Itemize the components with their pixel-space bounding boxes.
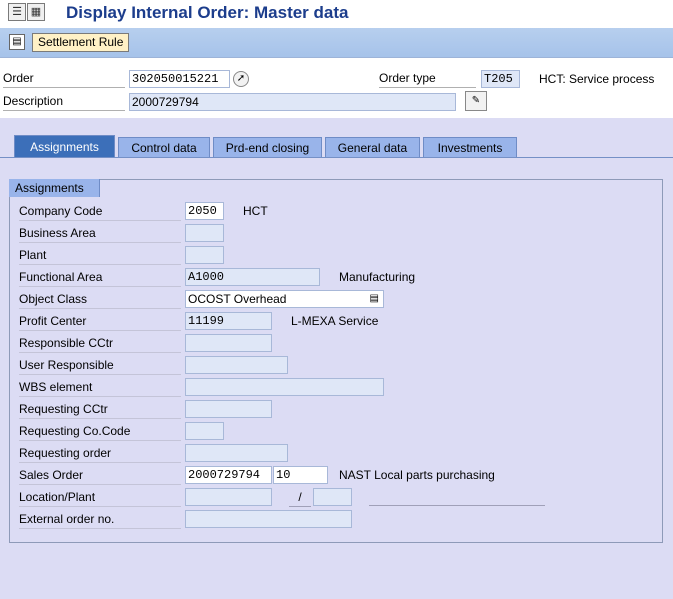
settlement-rule-button[interactable]: Settlement Rule <box>32 33 130 52</box>
object-class-label: Object Class <box>19 290 181 309</box>
order-type-text: HCT: Service process <box>539 72 655 86</box>
sales-order-label: Sales Order <box>19 466 181 485</box>
order-info-icon[interactable]: ➚ <box>233 71 249 87</box>
layout-icon[interactable]: ▦ <box>27 3 45 21</box>
responsible-cctr-label: Responsible CCtr <box>19 334 181 353</box>
company-code-label: Company Code <box>19 202 181 221</box>
application-toolbar: ▤ Settlement Rule <box>0 28 673 58</box>
location-field[interactable] <box>185 488 272 506</box>
document-icon[interactable]: ▤ <box>9 34 25 50</box>
location-plant-label: Location/Plant <box>19 488 181 507</box>
title-bar: ☰ ▦ Display Internal Order: Master data <box>0 0 673 28</box>
external-order-field[interactable] <box>185 510 352 528</box>
long-text-icon[interactable]: ✎ <box>465 91 487 111</box>
functional-area-text: Manufacturing <box>339 270 416 284</box>
profit-center-field[interactable]: 11199 <box>185 312 272 330</box>
page-title: Display Internal Order: Master data <box>66 3 349 22</box>
tab-assignments[interactable]: Assignments <box>14 135 115 158</box>
description-label: Description <box>3 94 125 111</box>
dropdown-list-icon[interactable]: ▤ <box>370 291 379 307</box>
description-field[interactable]: 2000729794 <box>129 93 456 111</box>
location-separator: / <box>289 488 311 507</box>
tab-general-data[interactable]: General data <box>325 137 420 158</box>
object-class-dropdown[interactable]: OCOST Overhead ▤ <box>185 290 384 308</box>
functional-area-label: Functional Area <box>19 268 181 287</box>
menu-icon[interactable]: ☰ <box>8 3 26 21</box>
requesting-cocode-field[interactable] <box>185 422 224 440</box>
functional-area-field[interactable]: A1000 <box>185 268 320 286</box>
tab-strip: Assignments Control data Prd-end closing… <box>0 132 673 158</box>
profit-center-label: Profit Center <box>19 312 181 331</box>
sales-order-field[interactable]: 2000729794 <box>185 466 272 484</box>
requesting-cctr-field[interactable] <box>185 400 272 418</box>
responsible-cctr-field[interactable] <box>185 334 272 352</box>
requesting-cctr-label: Requesting CCtr <box>19 400 181 419</box>
wbs-element-field[interactable] <box>185 378 384 396</box>
order-label: Order <box>3 71 125 88</box>
tab-prd-end-closing[interactable]: Prd-end closing <box>213 137 322 158</box>
group-title: Assignments <box>9 179 100 197</box>
wbs-element-label: WBS element <box>19 378 181 397</box>
external-order-label: External order no. <box>19 510 181 529</box>
business-area-label: Business Area <box>19 224 181 243</box>
group-title-text: Assignments <box>15 181 84 195</box>
user-responsible-field[interactable] <box>185 356 288 374</box>
order-type-label: Order type <box>379 71 476 88</box>
plant-field[interactable] <box>185 246 224 264</box>
location-plant-field[interactable] <box>313 488 352 506</box>
location-text-line <box>369 505 545 506</box>
requesting-order-field[interactable] <box>185 444 288 462</box>
order-type-field[interactable]: T205 <box>481 70 520 88</box>
sales-order-item-field[interactable]: 10 <box>273 466 328 484</box>
requesting-order-label: Requesting order <box>19 444 181 463</box>
requesting-cocode-label: Requesting Co.Code <box>19 422 181 441</box>
company-code-text: HCT <box>243 204 268 218</box>
company-code-field[interactable]: 2050 <box>185 202 224 220</box>
object-class-value: OCOST Overhead <box>188 292 287 306</box>
header-area: Order 302050015221 ➚ Order type T205 HCT… <box>0 58 673 118</box>
profit-center-text: L-MEXA Service <box>291 314 379 328</box>
user-responsible-label: User Responsible <box>19 356 181 375</box>
plant-label: Plant <box>19 246 181 265</box>
tab-control-data[interactable]: Control data <box>118 137 210 158</box>
tab-investments[interactable]: Investments <box>423 137 517 158</box>
business-area-field[interactable] <box>185 224 224 242</box>
order-field[interactable]: 302050015221 <box>129 70 230 88</box>
sales-order-text: NAST Local parts purchasing <box>339 468 495 482</box>
